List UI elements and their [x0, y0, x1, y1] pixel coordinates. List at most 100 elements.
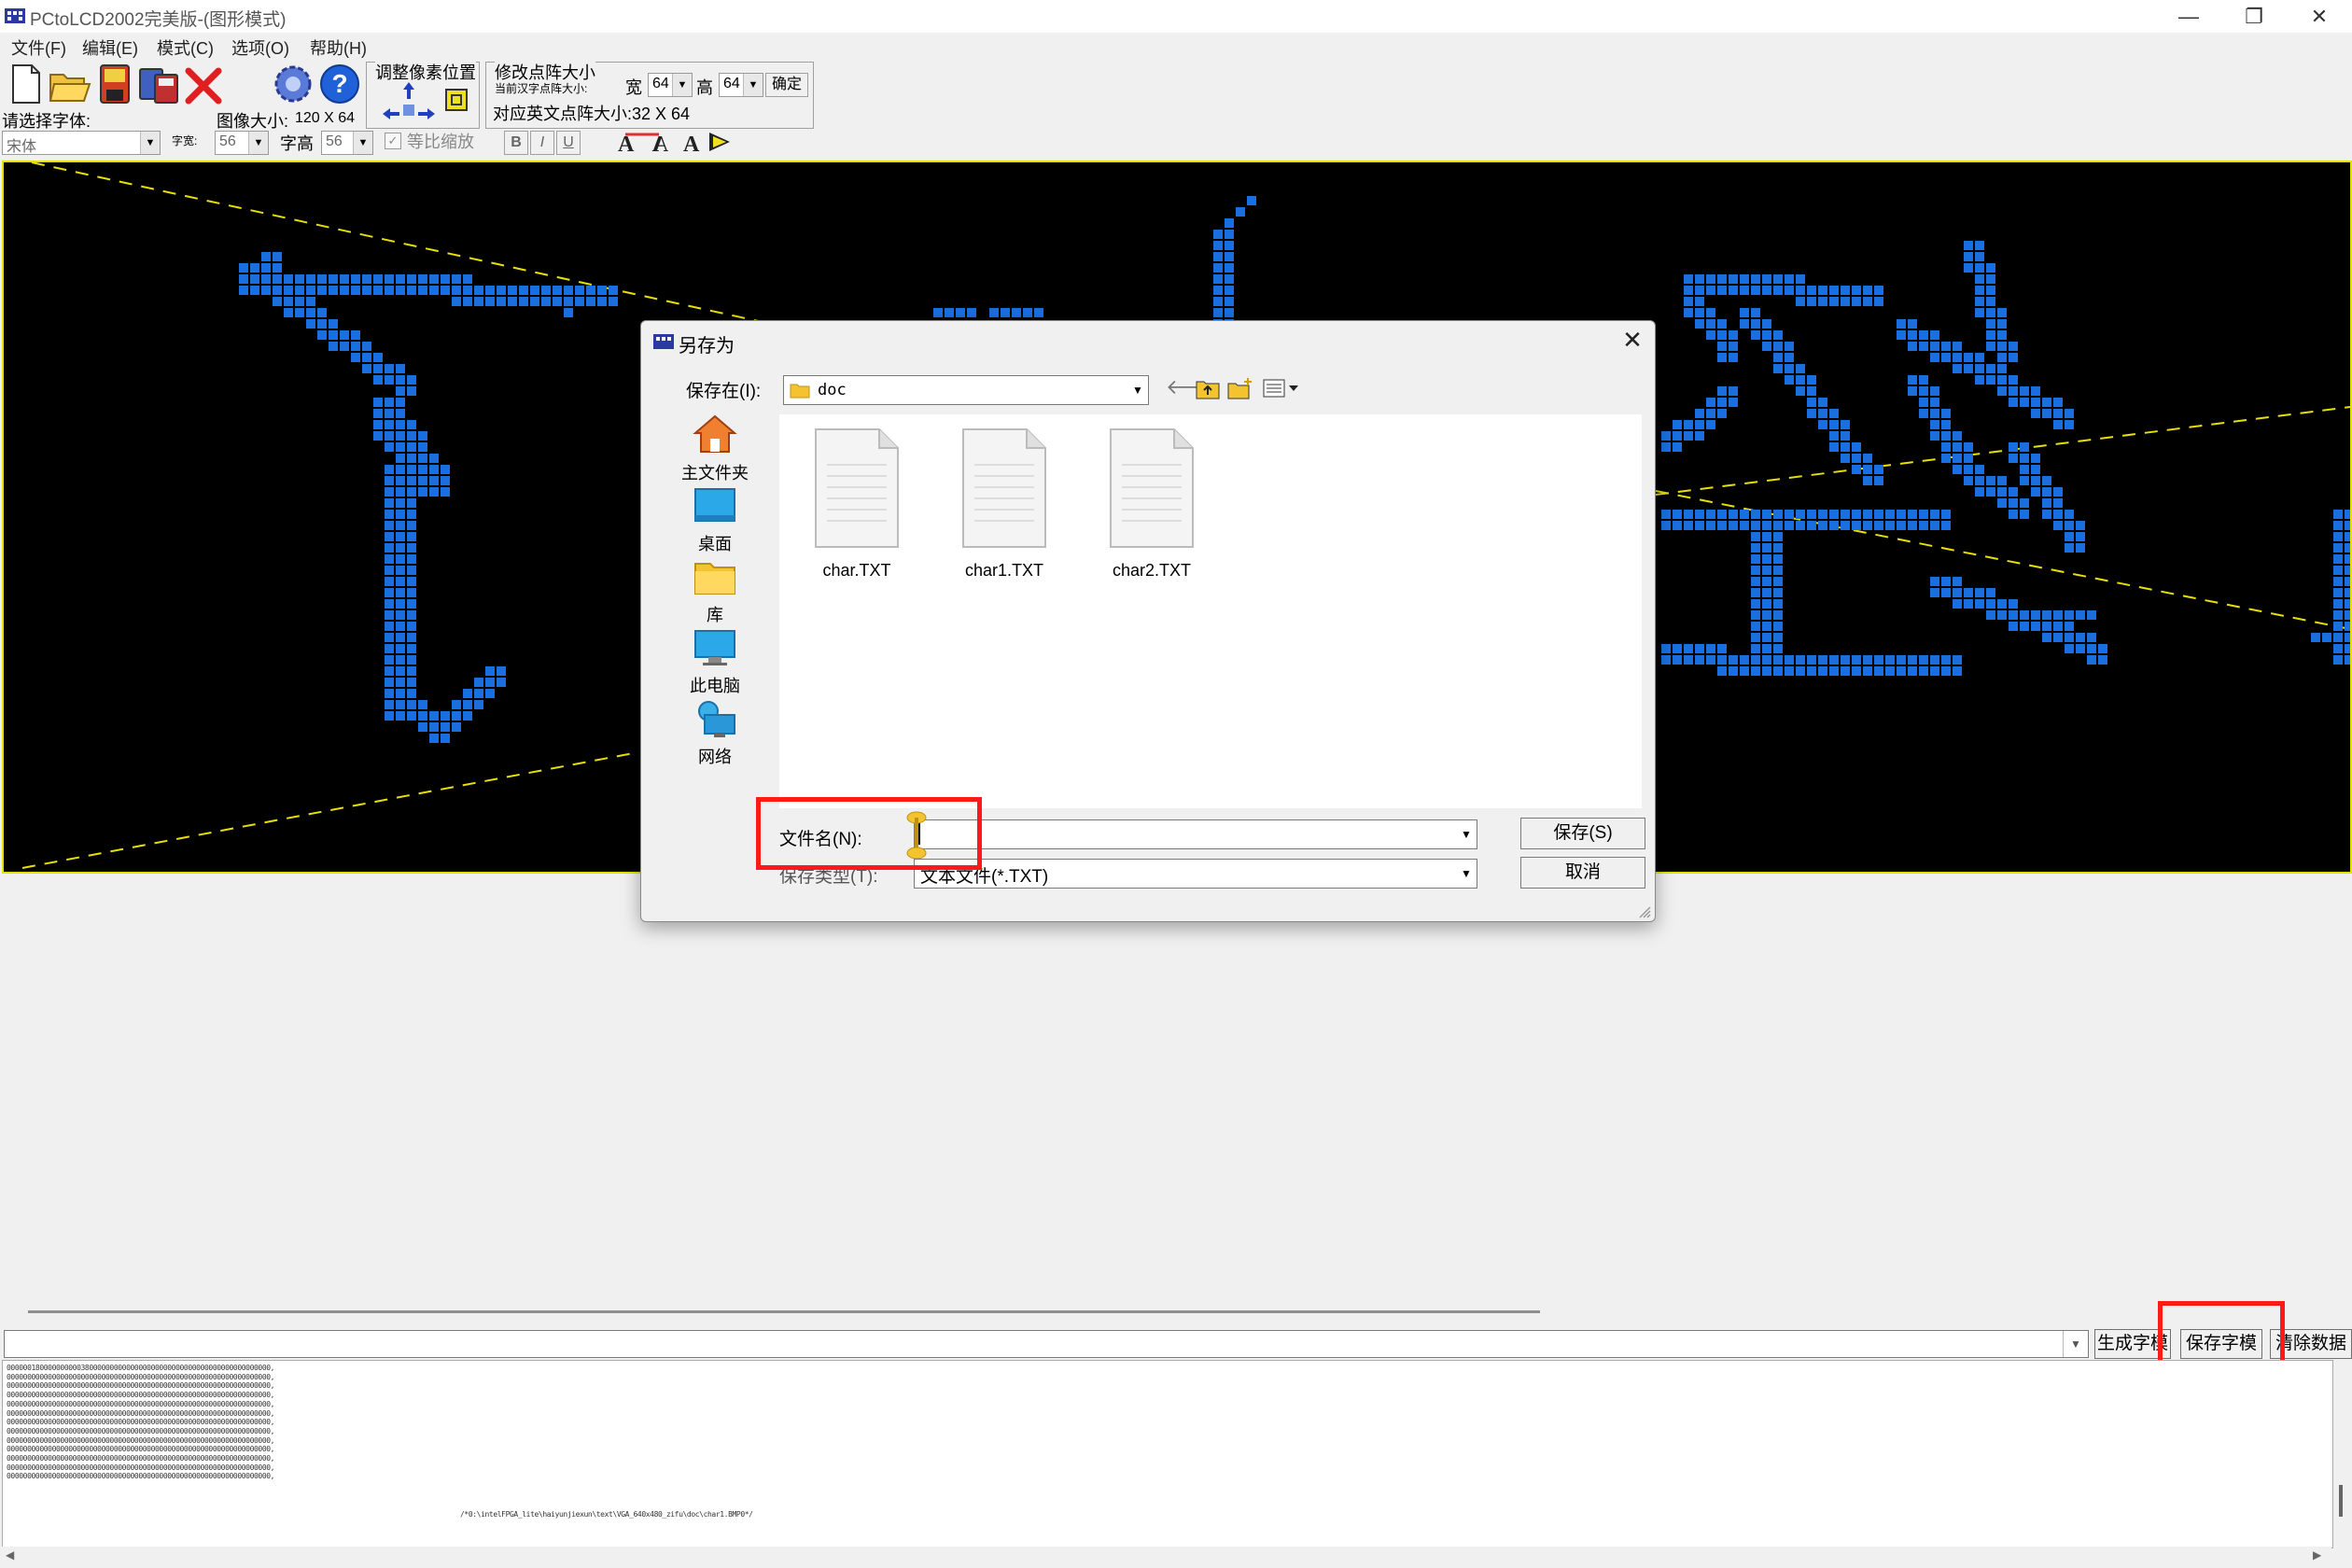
pixel	[407, 633, 416, 642]
pixel	[1841, 442, 1850, 452]
pixel	[295, 286, 304, 295]
pixel	[385, 409, 394, 418]
filetype-select[interactable]: 文本文件(*.TXT) ▼	[914, 859, 1477, 889]
char-height-select[interactable]: 56 ▼	[321, 131, 373, 155]
pixel	[1751, 644, 1760, 653]
open-folder-icon[interactable]	[47, 62, 91, 106]
dialog-cancel-button[interactable]: 取消	[1520, 857, 1645, 889]
new-folder-icon[interactable]	[1227, 377, 1253, 399]
save-disk-icon[interactable]	[93, 62, 138, 106]
pixel	[2020, 398, 2029, 407]
menu-file[interactable]: 文件(F)	[11, 35, 66, 60]
pixel	[1807, 398, 1816, 407]
file-item[interactable]: char2.TXT	[1091, 427, 1212, 581]
splitter[interactable]	[28, 1310, 1540, 1313]
pixel	[385, 420, 394, 429]
proportional-checkbox[interactable]: ✓	[385, 133, 401, 149]
pixel	[1852, 655, 1861, 665]
menu-mode[interactable]: 模式(C)	[157, 35, 214, 60]
resize-grip-icon[interactable]	[1638, 905, 1651, 918]
pixel	[2065, 532, 2074, 541]
pixel	[2031, 398, 2040, 407]
output-select[interactable]: ▼	[4, 1330, 2089, 1358]
pixel	[1953, 599, 1962, 609]
char-height-label: 字高	[280, 134, 314, 153]
dialog-close-icon[interactable]: ✕	[1614, 325, 1651, 355]
menu-options[interactable]: 选项(O)	[231, 35, 289, 60]
pixel	[396, 577, 405, 586]
data-line: 0000000000000000000000000000000000000000…	[7, 1399, 275, 1408]
pixel	[306, 274, 315, 284]
scroll-thumb[interactable]	[2339, 1485, 2343, 1517]
font-select[interactable]: 宋体 ▼	[2, 131, 161, 155]
font-data-output[interactable]: 0000001800000000003800000000000000000000…	[2, 1360, 2333, 1548]
file-list[interactable]: char.TXT char1.TXT char2.TXT	[779, 414, 1642, 808]
place-desktop[interactable]: 桌面	[664, 485, 766, 555]
pixel	[385, 521, 394, 530]
place-home[interactable]: 主文件夹	[664, 413, 766, 484]
pixel	[1717, 319, 1727, 329]
pixel	[1773, 521, 1783, 530]
place-library[interactable]: 库	[664, 556, 766, 626]
pixel	[1986, 319, 1995, 329]
place-this-pc[interactable]: 此电脑	[664, 627, 766, 697]
filename-input[interactable]: ▼	[914, 819, 1477, 849]
pixel	[1941, 666, 1951, 676]
save-in-select[interactable]: doc ▼	[783, 375, 1149, 405]
pixel	[2020, 465, 2029, 474]
pixel	[1684, 308, 1693, 317]
scroll-left-icon[interactable]: ◀	[6, 1548, 14, 1561]
menu-help[interactable]: 帮助(H)	[310, 35, 367, 60]
pixel	[273, 252, 282, 261]
pixel	[2020, 476, 2029, 485]
apply-size-button[interactable]: 确定	[765, 73, 808, 97]
settings-gear-icon[interactable]	[271, 62, 315, 106]
pixel	[1796, 286, 1805, 295]
flip-vertical-icon[interactable]: A	[681, 129, 734, 155]
pixel	[407, 711, 416, 721]
pixel	[1673, 431, 1682, 441]
pixel	[1986, 588, 1995, 597]
pixel	[1829, 286, 1839, 295]
pixel	[1796, 521, 1805, 530]
new-file-icon[interactable]	[4, 62, 49, 106]
height-select[interactable]: 64 ▼	[719, 73, 763, 97]
pixel	[1213, 286, 1223, 295]
horizontal-scrollbar[interactable]: ◀ ▶	[2, 1547, 2331, 1565]
pixel	[385, 566, 394, 575]
pixel	[2042, 487, 2051, 497]
vertical-scrollbar[interactable]	[2333, 1360, 2350, 1547]
file-item[interactable]: char1.TXT	[944, 427, 1065, 581]
char-width-select[interactable]: 56 ▼	[215, 131, 269, 155]
width-select[interactable]: 64 ▼	[648, 73, 693, 97]
delete-x-icon[interactable]	[181, 63, 226, 108]
save-as-icon[interactable]	[136, 62, 181, 106]
pixel	[1751, 577, 1760, 586]
bold-button[interactable]: B	[504, 131, 528, 155]
pixel	[2333, 610, 2343, 620]
dialog-save-button[interactable]: 保存(S)	[1520, 818, 1645, 849]
pixel	[474, 678, 483, 687]
pixel	[1684, 274, 1693, 284]
pixel	[1773, 274, 1783, 284]
view-menu-icon[interactable]	[1263, 377, 1300, 399]
minimize-button[interactable]: —	[2156, 0, 2221, 33]
pixel	[1751, 566, 1760, 575]
restore-button[interactable]: ❐	[2221, 0, 2287, 33]
menu-edit[interactable]: 编辑(E)	[82, 35, 138, 60]
center-frame-icon[interactable]	[442, 86, 470, 114]
underline-button[interactable]: U	[556, 131, 581, 155]
scroll-right-icon[interactable]: ▶	[2313, 1548, 2321, 1561]
pixel	[1829, 409, 1839, 418]
pixel	[452, 274, 461, 284]
flip-horizontal-icon[interactable]: A A	[616, 129, 668, 155]
place-network[interactable]: 网络	[664, 698, 766, 768]
help-question-icon[interactable]: ?	[317, 62, 362, 106]
italic-button[interactable]: I	[530, 131, 554, 155]
pixel	[609, 286, 618, 295]
pixel	[385, 286, 394, 295]
file-item[interactable]: char.TXT	[796, 427, 917, 581]
move-arrows-icon[interactable]	[381, 80, 437, 123]
up-folder-icon[interactable]	[1196, 377, 1220, 399]
close-button[interactable]: ✕	[2287, 0, 2352, 33]
